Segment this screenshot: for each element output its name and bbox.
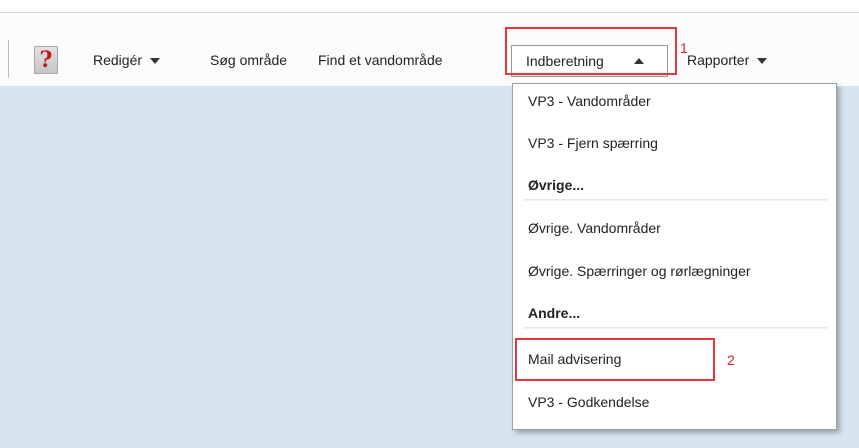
- help-icon[interactable]: ?: [34, 46, 58, 74]
- toolbar-separator: [8, 40, 9, 78]
- annotation-marker-2: 2: [727, 352, 735, 368]
- dropdown-item-vp3-fjern-spaerring[interactable]: VP3 - Fjern spærring: [528, 133, 658, 153]
- annotation-marker-1: 1: [680, 40, 688, 56]
- menu-soeg-omraade[interactable]: Søg område: [210, 49, 287, 71]
- caret-down-icon: [150, 58, 161, 65]
- dropdown-item-oevrige-vandomraader[interactable]: Øvrige. Vandområder: [528, 218, 661, 238]
- menu-rapporter[interactable]: Rapporter: [687, 49, 768, 71]
- top-strip: [0, 0, 859, 12]
- dropdown-item-oevrige-spaerringer[interactable]: Øvrige. Spærringer og rørlægninger: [528, 261, 751, 281]
- menu-redig-r-label: Redigér: [93, 52, 143, 68]
- highlight-box-2: [515, 338, 715, 381]
- caret-down-icon: [757, 58, 768, 65]
- dropdown-item-vp3-godkendelse[interactable]: VP3 - Godkendelse: [528, 392, 649, 412]
- menu-find-vandomraade[interactable]: Find et vandområde: [318, 49, 443, 71]
- toolbar: ? Redigér Søg område Find et vandområde …: [0, 12, 859, 87]
- dropdown-section-andre: Andre...: [528, 305, 581, 321]
- dropdown-item-vp3-vandomraader[interactable]: VP3 - Vandområder: [528, 91, 651, 111]
- dropdown-divider: [523, 327, 828, 329]
- dropdown-divider: [523, 199, 828, 201]
- menu-rapporter-label: Rapporter: [687, 52, 750, 68]
- highlight-box-1: [505, 27, 677, 75]
- dropdown-section-oevrige: Øvrige...: [528, 177, 585, 193]
- menu-redig-r[interactable]: Redigér: [93, 49, 161, 71]
